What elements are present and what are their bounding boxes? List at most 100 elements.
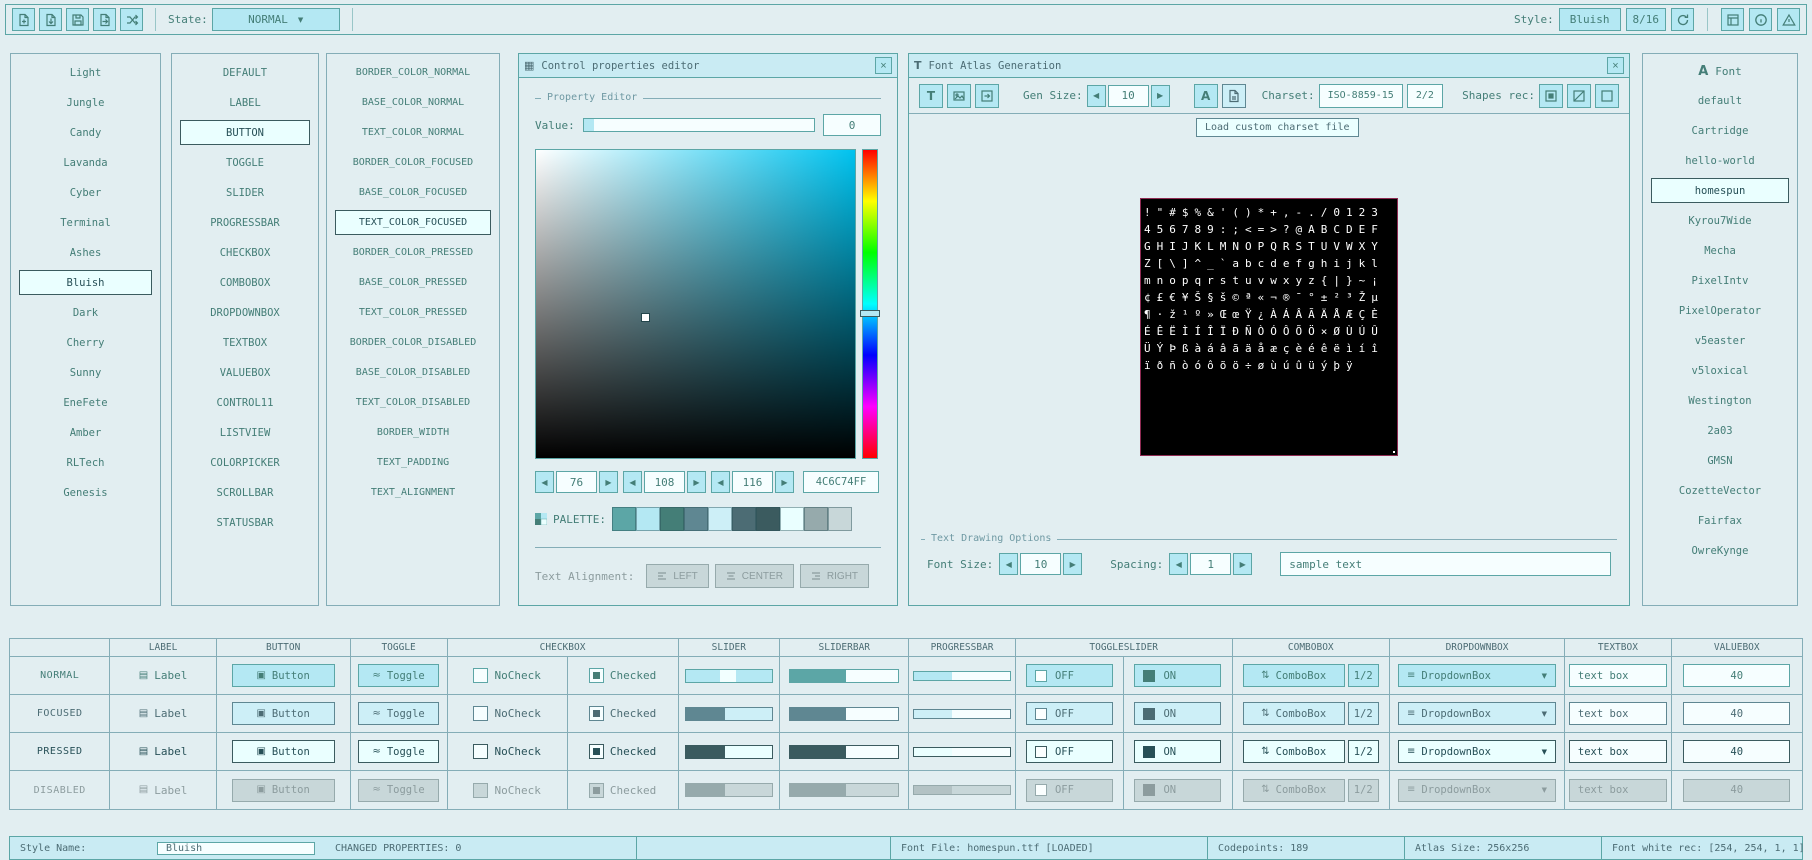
info-button[interactable] bbox=[1749, 8, 1772, 31]
hex-value-input[interactable]: 4C6C74FF bbox=[803, 471, 879, 493]
textbox-control[interactable]: text box bbox=[1569, 702, 1667, 725]
toggle-control[interactable]: ≈Toggle bbox=[358, 702, 439, 725]
checkbox-checked[interactable]: Checked bbox=[589, 668, 656, 683]
stepper-left-icon[interactable]: ◀ bbox=[535, 471, 554, 493]
checkbox-icon[interactable] bbox=[589, 744, 604, 759]
list-item[interactable]: OwreKynge bbox=[1651, 538, 1789, 563]
value-box[interactable]: 0 bbox=[823, 114, 881, 136]
color-picker[interactable] bbox=[535, 149, 856, 459]
list-item-selected[interactable]: homespun bbox=[1651, 178, 1789, 203]
issue-report-button[interactable] bbox=[1777, 8, 1800, 31]
dropdownbox-control[interactable]: ≡DropdownBox▼ bbox=[1398, 740, 1556, 763]
screenshot-button[interactable] bbox=[1721, 8, 1744, 31]
toggle-slider-on[interactable]: ON bbox=[1134, 740, 1221, 763]
font-atlas-image[interactable]: !"#$%&'()*+,-./0123 456789:;<=>?@ABCDEF … bbox=[1140, 198, 1398, 456]
list-item[interactable]: BORDER_COLOR_PRESSED bbox=[335, 240, 491, 265]
list-item[interactable]: hello-world bbox=[1651, 148, 1789, 173]
list-item[interactable]: Mecha bbox=[1651, 238, 1789, 263]
export-style-button[interactable] bbox=[93, 8, 116, 31]
charset-default-button[interactable]: A bbox=[1194, 84, 1218, 108]
checkbox-icon[interactable] bbox=[473, 706, 488, 721]
palette-swatch[interactable] bbox=[684, 507, 708, 531]
list-item[interactable]: BASE_COLOR_FOCUSED bbox=[335, 180, 491, 205]
atlas-image-button[interactable] bbox=[947, 84, 971, 108]
list-item[interactable]: Cherry bbox=[19, 330, 152, 355]
list-item[interactable]: Cyber bbox=[19, 180, 152, 205]
palette-swatch[interactable] bbox=[708, 507, 732, 531]
toggle-slider-on[interactable]: ON bbox=[1134, 702, 1221, 725]
list-item[interactable]: Lavanda bbox=[19, 150, 152, 175]
list-item-selected[interactable]: BUTTON bbox=[180, 120, 310, 145]
close-icon[interactable]: × bbox=[1607, 57, 1624, 74]
textbox-control[interactable]: text box bbox=[1569, 664, 1667, 687]
window-titlebar[interactable]: ▦ Control properties editor × bbox=[519, 54, 897, 78]
list-item[interactable]: COMBOBOX bbox=[180, 270, 310, 295]
toggle-slider-on[interactable]: ON bbox=[1134, 664, 1221, 687]
palette-swatch[interactable] bbox=[828, 507, 852, 531]
toggle-control[interactable]: ≈Toggle bbox=[358, 664, 439, 687]
slider-handle[interactable] bbox=[686, 708, 725, 720]
list-item[interactable]: Kyrou7Wide bbox=[1651, 208, 1789, 233]
list-item[interactable]: SLIDER bbox=[180, 180, 310, 205]
combobox-control[interactable]: ⇅ComboBox1/2 bbox=[1243, 664, 1379, 687]
stepper-left-icon[interactable]: ◀ bbox=[999, 553, 1018, 575]
color-picker-cursor[interactable] bbox=[641, 313, 650, 322]
value-slider[interactable] bbox=[583, 118, 815, 132]
checkbox-icon[interactable] bbox=[589, 668, 604, 683]
slider-control[interactable] bbox=[685, 707, 773, 721]
list-item[interactable]: LISTVIEW bbox=[180, 420, 310, 445]
checkbox-unchecked[interactable]: NoCheck bbox=[473, 668, 540, 683]
gen-size-value[interactable]: 10 bbox=[1108, 85, 1149, 107]
toggle-slider-off[interactable]: OFF bbox=[1026, 740, 1113, 763]
list-item[interactable]: Genesis bbox=[19, 480, 152, 505]
list-item[interactable]: CONTROL11 bbox=[180, 390, 310, 415]
state-dropdown[interactable]: NORMAL ▼ bbox=[212, 8, 340, 31]
palette-swatch[interactable] bbox=[756, 507, 780, 531]
list-item[interactable]: BASE_COLOR_NORMAL bbox=[335, 90, 491, 115]
list-item[interactable]: Amber bbox=[19, 420, 152, 445]
palette-swatch[interactable] bbox=[636, 507, 660, 531]
checkbox-icon[interactable] bbox=[473, 744, 488, 759]
list-item[interactable]: BASE_COLOR_DISABLED bbox=[335, 360, 491, 385]
checkbox-icon[interactable] bbox=[589, 706, 604, 721]
list-item[interactable]: Terminal bbox=[19, 210, 152, 235]
list-item[interactable]: SCROLLBAR bbox=[180, 480, 310, 505]
style-name-field[interactable]: Bluish bbox=[157, 837, 319, 859]
valuebox-control[interactable]: 40 bbox=[1683, 702, 1790, 725]
checkbox-icon[interactable] bbox=[473, 668, 488, 683]
stepper-left-icon[interactable]: ◀ bbox=[711, 471, 730, 493]
toggle-control[interactable]: ≈Toggle bbox=[358, 740, 439, 763]
valuebox-control[interactable]: 40 bbox=[1683, 664, 1790, 687]
sample-text-input[interactable]: sample text bbox=[1280, 552, 1611, 576]
shapes-rec-button-3[interactable] bbox=[1595, 84, 1619, 108]
style-select-button[interactable]: Bluish bbox=[1559, 8, 1621, 31]
list-item[interactable]: PixelIntv bbox=[1651, 268, 1789, 293]
dropdownbox-control[interactable]: ≡DropdownBox▼ bbox=[1398, 702, 1556, 725]
button-control[interactable]: ▣Button bbox=[232, 664, 335, 687]
slider-control[interactable] bbox=[685, 745, 773, 759]
slider-handle[interactable] bbox=[686, 746, 725, 758]
spacing-value[interactable]: 1 bbox=[1190, 553, 1231, 575]
checkbox-unchecked[interactable]: NoCheck bbox=[473, 744, 540, 759]
checkbox-checked[interactable]: Checked bbox=[589, 744, 656, 759]
palette-swatch[interactable] bbox=[780, 507, 804, 531]
blue-value[interactable]: 116 bbox=[732, 471, 773, 493]
list-item-selected[interactable]: Bluish bbox=[19, 270, 152, 295]
font-text-button[interactable]: T bbox=[919, 84, 943, 108]
list-item[interactable]: VALUEBOX bbox=[180, 360, 310, 385]
sliderbar-control[interactable] bbox=[789, 745, 899, 759]
slider-control[interactable] bbox=[685, 669, 773, 683]
combobox-counter[interactable]: 1/2 bbox=[1348, 664, 1379, 687]
hue-bar-cursor[interactable] bbox=[860, 310, 880, 317]
shapes-rec-button-1[interactable] bbox=[1539, 84, 1563, 108]
list-item[interactable]: COLORPICKER bbox=[180, 450, 310, 475]
font-size-value[interactable]: 10 bbox=[1020, 553, 1061, 575]
window-titlebar[interactable]: T Font Atlas Generation × bbox=[909, 54, 1629, 78]
list-item[interactable]: GMSN bbox=[1651, 448, 1789, 473]
list-item[interactable]: RLTech bbox=[19, 450, 152, 475]
list-item[interactable]: CozetteVector bbox=[1651, 478, 1789, 503]
combobox-control[interactable]: ⇅ComboBox1/2 bbox=[1243, 702, 1379, 725]
list-item[interactable]: BORDER_COLOR_NORMAL bbox=[335, 60, 491, 85]
list-item[interactable]: BASE_COLOR_PRESSED bbox=[335, 270, 491, 295]
button-control[interactable]: ▣Button bbox=[232, 740, 335, 763]
